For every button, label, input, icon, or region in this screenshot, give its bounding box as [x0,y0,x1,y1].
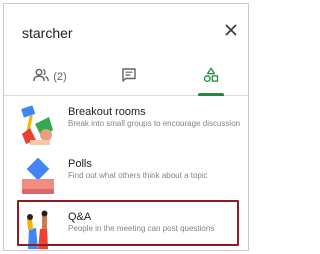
activity-title: Breakout rooms [68,106,146,118]
activity-polls[interactable]: Polls Find out what others think about a… [4,150,248,206]
people-count: (2) [53,71,67,83]
qa-highlight-box [17,200,239,246]
panel-title: starcher [22,25,73,41]
close-icon[interactable] [224,23,238,37]
chat-icon [121,67,137,88]
polls-illustration-icon [18,156,58,198]
tab-chat[interactable] [114,58,144,96]
panel-tabs: (2) [4,58,248,96]
activity-description: Break into small groups to encourage dis… [68,119,241,128]
activity-breakout-rooms[interactable]: Breakout rooms Break into small groups t… [4,98,248,154]
activity-title: Polls [68,158,92,170]
people-icon [33,68,50,87]
tab-activities[interactable] [194,58,228,96]
shapes-icon [203,67,219,88]
active-tab-indicator [198,93,224,96]
panel-header: starcher [4,4,248,58]
tab-people[interactable]: (2) [20,58,80,96]
breakout-rooms-illustration-icon [18,104,58,146]
activities-panel: starcher (2) Breakout rooms Break into s… [3,3,249,251]
activity-description: Find out what others think about a topic [68,171,208,180]
